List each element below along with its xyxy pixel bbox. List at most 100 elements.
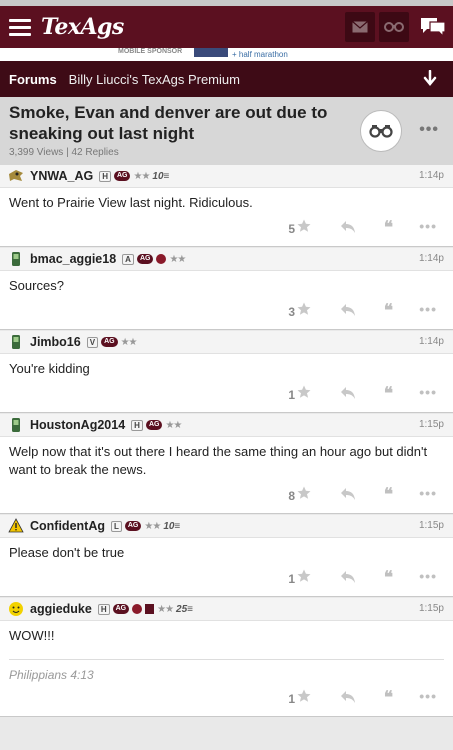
user-badges: H AG ★★ 10≡ <box>99 170 169 182</box>
arrow-down-icon[interactable] <box>423 69 437 89</box>
reply-icon[interactable] <box>340 303 356 320</box>
post-list: YNWA_AG H AG ★★ 10≡ 1:14p Went to Prairi… <box>0 165 453 717</box>
avatar[interactable] <box>8 251 24 267</box>
post-likes-count: 5 <box>288 222 295 236</box>
user-level-badge: L <box>110 520 122 532</box>
star-icon[interactable] <box>297 486 311 500</box>
post-username[interactable]: HoustonAg2014 <box>30 418 125 432</box>
user-level-badge: H <box>97 603 110 615</box>
post-username[interactable]: YNWA_AG <box>30 169 93 183</box>
hamburger-icon[interactable] <box>9 18 31 36</box>
more-icon[interactable]: ••• <box>419 568 437 584</box>
badge-icon <box>156 254 167 264</box>
thread-more-icon[interactable]: ••• <box>419 121 439 139</box>
star-icon[interactable] <box>297 689 311 703</box>
follow-thread-button[interactable] <box>360 110 402 152</box>
post-username[interactable]: bmac_aggie18 <box>30 252 116 266</box>
ag-badge: AG <box>145 420 163 430</box>
post-username[interactable]: ConfidentAg <box>30 519 105 533</box>
quote-icon[interactable]: ❝ <box>384 485 393 505</box>
quote-icon[interactable]: ❝ <box>384 218 393 238</box>
post-item: HoustonAg2014 H AG ★★ 1:15p Welp now tha… <box>0 414 453 514</box>
avatar[interactable] <box>8 168 24 184</box>
star-icon[interactable] <box>297 219 311 233</box>
post-body: Went to Prairie View last night. Ridicul… <box>9 195 253 210</box>
mail-icon[interactable] <box>345 12 375 42</box>
post-time: 1:14p <box>418 336 444 347</box>
user-stars-badge: ★★ <box>133 170 150 182</box>
quote-icon[interactable]: ❝ <box>384 384 393 404</box>
ag-badge: AG <box>124 521 142 531</box>
reply-icon[interactable] <box>340 690 356 707</box>
ag-badge: AG <box>113 171 131 181</box>
post-body: Please don't be true <box>9 545 125 560</box>
avatar[interactable] <box>8 334 24 350</box>
post-signature: Philippians 4:13 <box>9 659 444 682</box>
post-item: aggieduke H AG ★★ 25≡ 1:15p WOW!!! Phili… <box>0 598 453 717</box>
post-header: bmac_aggie18 A AG ★★ 1:14p <box>0 248 453 271</box>
badge-icon <box>145 604 155 614</box>
post-item: Jimbo16 V AG ★★ 1:14p You're kidding 1 ❝… <box>0 331 453 413</box>
post-actions: 3 ❝ ••• <box>0 295 453 329</box>
sponsor-banner[interactable]: MOBILE SPONSOR + half marathon <box>0 48 453 61</box>
user-badges: V AG ★★ <box>86 336 138 348</box>
star-icon[interactable] <box>297 385 311 399</box>
post-body: Welp now that it's out there I heard the… <box>9 444 428 477</box>
more-icon[interactable]: ••• <box>419 218 437 234</box>
post-username[interactable]: Jimbo16 <box>30 335 81 349</box>
post-item: ConfidentAg L AG ★★ 10≡ 1:15p Please don… <box>0 515 453 597</box>
post-likes-count: 1 <box>288 388 295 402</box>
sponsor-text: + half marathon <box>232 50 288 59</box>
user-level-badge: V <box>86 336 99 348</box>
quote-icon[interactable]: ❝ <box>384 568 393 588</box>
user-stars-badge: ★★ <box>157 603 174 615</box>
forums-link[interactable]: Forums <box>9 72 57 87</box>
avatar[interactable] <box>8 601 24 617</box>
thread-header: Smoke, Evan and denver are out due to sn… <box>0 97 453 165</box>
avatar[interactable] <box>8 417 24 433</box>
forum-breadcrumb: Forums Billy Liucci's TexAgs Premium <box>0 61 453 97</box>
app-logo[interactable]: TexAgs <box>41 14 124 40</box>
post-body: Sources? <box>9 278 64 293</box>
user-year-badge: 25≡ <box>176 603 194 615</box>
user-badges: H AG ★★ 25≡ <box>97 603 194 615</box>
more-icon[interactable]: ••• <box>419 485 437 501</box>
post-body: You're kidding <box>9 361 90 376</box>
reply-icon[interactable] <box>340 220 356 237</box>
post-username[interactable]: aggieduke <box>30 602 92 616</box>
user-level-badge: A <box>122 253 134 265</box>
more-icon[interactable]: ••• <box>419 688 437 704</box>
post-body: WOW!!! <box>9 628 55 643</box>
reply-icon[interactable] <box>340 487 356 504</box>
avatar[interactable] <box>8 518 24 534</box>
chat-icon[interactable] <box>413 6 453 48</box>
more-icon[interactable]: ••• <box>419 384 437 400</box>
binoculars-icon <box>369 125 393 138</box>
more-icon[interactable]: ••• <box>419 301 437 317</box>
post-time: 1:15p <box>418 419 444 430</box>
quote-icon[interactable]: ❝ <box>384 301 393 321</box>
binoculars-icon[interactable] <box>379 12 409 42</box>
post-header: YNWA_AG H AG ★★ 10≡ 1:14p <box>0 165 453 188</box>
post-likes-count: 3 <box>288 305 295 319</box>
forum-name-link[interactable]: Billy Liucci's TexAgs Premium <box>69 72 240 87</box>
post-time: 1:15p <box>418 520 444 531</box>
post-header: aggieduke H AG ★★ 25≡ 1:15p <box>0 598 453 621</box>
star-icon[interactable] <box>297 302 311 316</box>
user-stars-badge: ★★ <box>120 336 138 348</box>
user-badges: H AG ★★ <box>131 419 182 431</box>
user-badges: A AG ★★ <box>122 253 186 265</box>
post-actions: 5 ❝ ••• <box>0 212 453 246</box>
post-actions: 8 ❝ ••• <box>0 479 453 513</box>
post-time: 1:14p <box>418 170 444 181</box>
user-badges: L AG ★★ 10≡ <box>110 520 180 532</box>
user-stars-badge: ★★ <box>144 520 161 532</box>
star-icon[interactable] <box>297 569 311 583</box>
reply-icon[interactable] <box>340 570 356 587</box>
user-level-badge: H <box>131 419 143 431</box>
reply-icon[interactable] <box>340 386 356 403</box>
post-likes-count: 8 <box>288 489 295 503</box>
post-item: bmac_aggie18 A AG ★★ 1:14p Sources? 3 ❝ … <box>0 248 453 330</box>
quote-icon[interactable]: ❝ <box>384 688 393 708</box>
post-header: HoustonAg2014 H AG ★★ 1:15p <box>0 414 453 437</box>
